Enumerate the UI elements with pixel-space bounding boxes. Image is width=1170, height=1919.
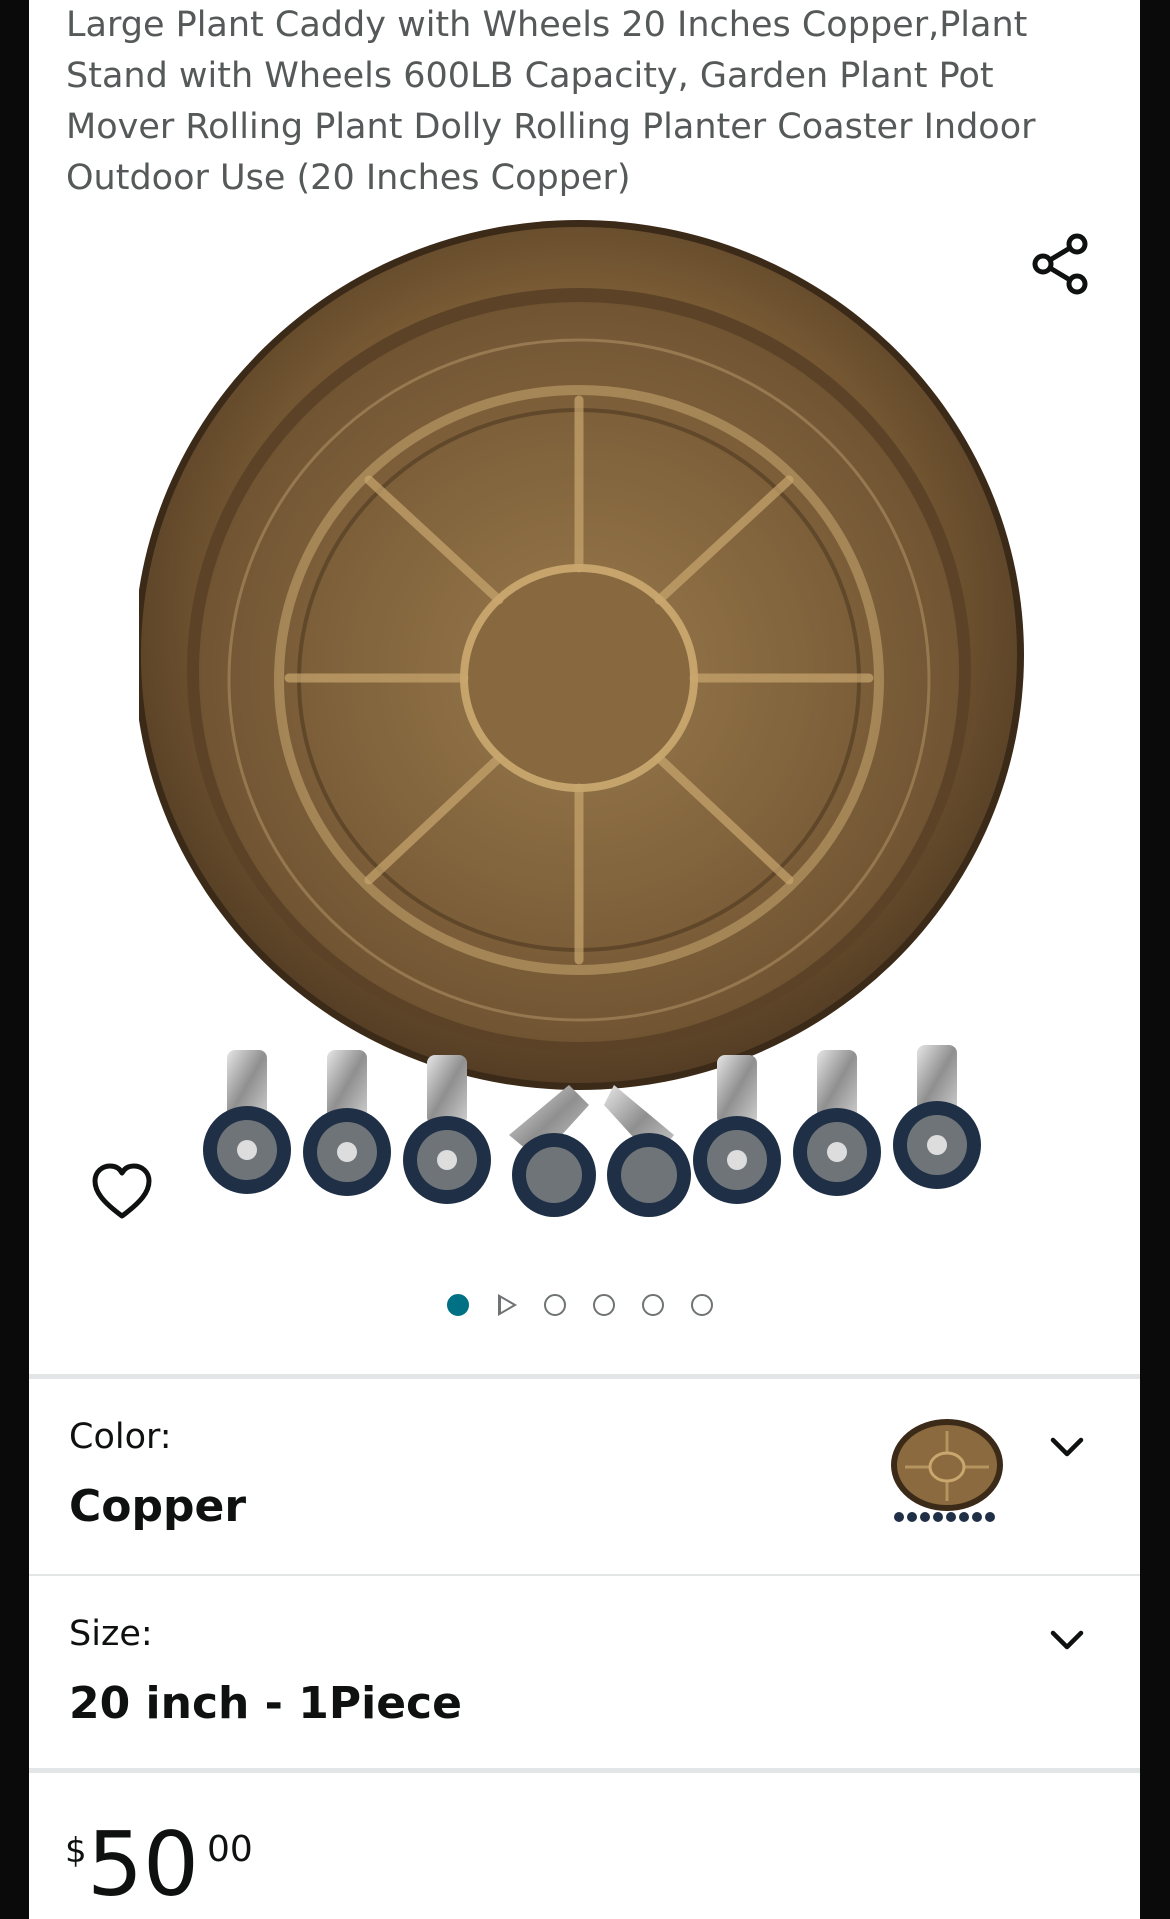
size-value: 20 inch - 1Piece <box>69 1678 462 1729</box>
divider <box>29 1768 1140 1773</box>
price-currency-symbol: $ <box>65 1831 87 1871</box>
carousel-dot[interactable] <box>691 1294 713 1316</box>
carousel-dot[interactable] <box>642 1294 664 1316</box>
color-swatch-thumbnail[interactable] <box>889 1417 1009 1527</box>
chevron-down-icon[interactable] <box>1047 1620 1087 1660</box>
carousel-indicators <box>447 1290 740 1320</box>
color-value: Copper <box>69 1481 247 1532</box>
screen-frame: Large Plant Caddy with Wheels 20 Inches … <box>0 0 1170 1919</box>
product-image[interactable] <box>139 210 1059 1240</box>
product-page: Large Plant Caddy with Wheels 20 Inches … <box>29 0 1140 1919</box>
heart-outline-icon[interactable] <box>89 1160 155 1226</box>
color-label: Color: <box>69 1417 172 1457</box>
chevron-down-icon[interactable] <box>1047 1427 1087 1467</box>
price-whole: 50 <box>87 1813 199 1916</box>
carousel-dot[interactable] <box>593 1294 615 1316</box>
size-selector[interactable]: Size: 20 inch - 1Piece <box>29 1576 1140 1771</box>
size-label: Size: <box>69 1614 153 1654</box>
carousel-dot-active[interactable] <box>447 1294 469 1316</box>
price-fraction: 00 <box>207 1829 253 1870</box>
video-play-icon[interactable] <box>498 1294 517 1316</box>
share-icon[interactable] <box>1031 232 1089 296</box>
carousel-dot[interactable] <box>544 1294 566 1316</box>
color-selector[interactable]: Color: Copper <box>29 1379 1140 1574</box>
product-title: Large Plant Caddy with Wheels 20 Inches … <box>66 5 1036 198</box>
